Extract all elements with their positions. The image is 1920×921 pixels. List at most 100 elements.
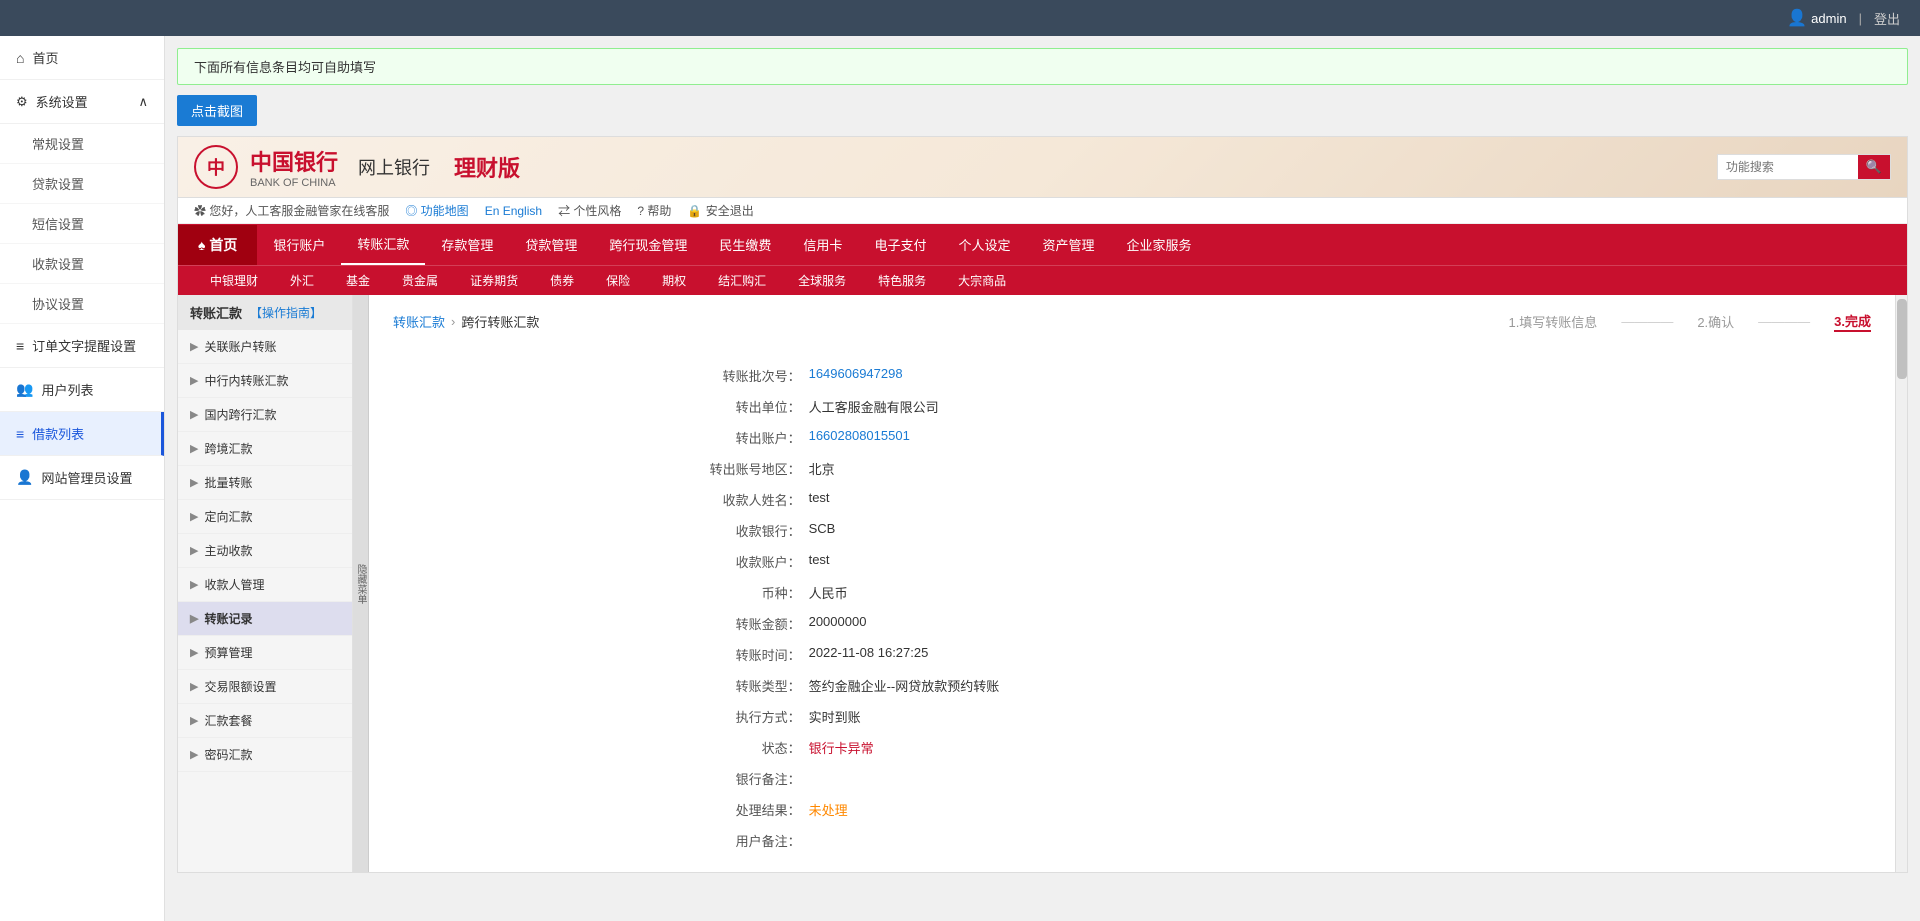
bank-sub-foreign[interactable]: 外汇 [274,266,330,295]
detail-value-payee-name: test [809,490,830,505]
bank-sidebar-linked-account[interactable]: ▶ 关联账户转账 [178,330,352,364]
bank-sub-global[interactable]: 全球服务 [782,266,862,295]
bank-search-btn[interactable]: 🔍 [1858,155,1890,179]
arrow-icon: ▶ [190,442,198,455]
sidebar-loan-settings-label: 贷款设置 [32,177,84,192]
collapse-tab[interactable]: 隐藏菜单 [353,295,369,872]
bank-sidebar-payee-mgmt[interactable]: ▶ 收款人管理 [178,568,352,602]
bank-nav-enterprise[interactable]: 企业家服务 [1110,225,1207,264]
sidebar-item-site-admin[interactable]: 👤 网站管理员设置 [0,456,164,500]
bank-logo-text: 中 [207,154,225,180]
sidebar-item-loan-settings[interactable]: 贷款设置 [0,164,164,204]
bank-sub-settlement[interactable]: 结汇购汇 [702,266,782,295]
logout-button[interactable]: 登出 [1874,9,1900,28]
bank-sub-precious[interactable]: 贵金属 [386,266,454,295]
arrow-icon: ▶ [190,476,198,489]
bank-nav-epay[interactable]: 电子支付 [858,225,942,264]
bank-sidebar-cross-border[interactable]: ▶ 跨境汇款 [178,432,352,466]
bank-nav-personal[interactable]: 个人设定 [942,225,1026,264]
bank-map[interactable]: ◎ 功能地图 [405,202,468,219]
bank-sidebar-targeted[interactable]: ▶ 定向汇款 [178,500,352,534]
bank-nav-deposit[interactable]: 存款管理 [425,225,509,264]
bank-header-right: 🔍 [1717,154,1891,180]
bank-sidebar-trade-limit[interactable]: ▶ 交易限额设置 [178,670,352,704]
bank-sidebar-linked-account-label: 关联账户转账 [204,338,276,355]
bank-nav-creditcard[interactable]: 信用卡 [787,225,858,264]
bank-search-input[interactable] [1718,156,1858,178]
detail-value-batch[interactable]: 1649606947298 [809,366,903,381]
bank-nav-home[interactable]: ♠ 首页 [178,225,257,265]
sidebar-item-user-list[interactable]: 👥 用户列表 [0,368,164,412]
bank-logo-circle: 中 [194,145,238,189]
bank-sub-bocfund[interactable]: 中银理财 [194,266,274,295]
bank-sidebar-title: 转账汇款 【操作指南】 [178,295,352,330]
sidebar-user-list-label: 用户列表 [41,380,93,399]
bank-sub-period[interactable]: 期权 [646,266,702,295]
bank-sub-futures[interactable]: 证券期货 [454,266,534,295]
bank-nav-account[interactable]: 银行账户 [257,225,341,264]
bank-safe-exit[interactable]: 🔒 安全退出 [687,202,753,219]
bank-sidebar-title-text: 转账汇款 [190,303,242,322]
detail-row-currency: 币种： 人民币 [689,577,1576,608]
bank-sidebar-remit-package[interactable]: ▶ 汇款套餐 [178,704,352,738]
detail-value-payee-account: test [809,552,830,567]
bank-sub-special[interactable]: 特色服务 [862,266,942,295]
scrollbar[interactable] [1895,295,1907,872]
bank-sidebar-transfer-records[interactable]: ▶ 转账记录 [178,602,352,636]
main-layout: ⌂ 首页 ⚙ 系统设置 ∧ 常规设置 贷款设置 短信设置 收款设置 [0,36,1920,921]
bank-sub-bulk[interactable]: 大宗商品 [942,266,1022,295]
sidebar-group-system-header[interactable]: ⚙ 系统设置 ∧ [0,80,164,124]
sidebar-group-system[interactable]: ⚙ 系统设置 ∧ 常规设置 贷款设置 短信设置 收款设置 协议设置 [0,80,164,324]
arrow-icon: ▶ [190,544,198,557]
detail-label-batch: 转账批次号： [689,366,809,385]
bank-sidebar-domestic[interactable]: ▶ 国内跨行汇款 [178,398,352,432]
sidebar-item-loan-list[interactable]: ≡ 借款列表 [0,412,164,456]
bank-search[interactable]: 🔍 [1717,154,1891,180]
arrow-icon: ▶ [190,340,198,353]
bank-english[interactable]: En English [485,204,542,218]
sidebar-item-home[interactable]: ⌂ 首页 [0,36,164,80]
detail-row-company: 转出单位： 人工客服金融有限公司 [689,391,1576,422]
detail-value-region: 北京 [809,459,835,478]
sidebar-item-order-remind[interactable]: ≡ 订单文字提醒设置 [0,324,164,368]
bank-nav-all-manage[interactable]: 跨行现金管理 [593,225,703,264]
sidebar-item-agreement[interactable]: 协议设置 [0,284,164,324]
sidebar-system-label: 系统设置 [36,92,88,111]
bank-sidebar-intrabank[interactable]: ▶ 中行内转账汇款 [178,364,352,398]
detail-row-amount: 转账金额： 20000000 [689,608,1576,639]
bank-nav-civil[interactable]: 民生缴费 [703,225,787,264]
bank-help[interactable]: ? 帮助 [637,202,671,219]
bank-nav-assets[interactable]: 资产管理 [1026,225,1110,264]
sidebar-item-normal[interactable]: 常规设置 [0,124,164,164]
bank-sidebar-password-remit[interactable]: ▶ 密码汇款 [178,738,352,772]
bank-guide-link[interactable]: 【操作指南】 [250,304,322,321]
content-area: 下面所有信息条目均可自助填写 点击截图 中 中国银行 BANK OF CHINA… [165,36,1920,921]
home-icon: ⌂ [16,50,24,66]
sidebar-item-sms[interactable]: 短信设置 [0,204,164,244]
bank-sidebar-budget-mgmt[interactable]: ▶ 预算管理 [178,636,352,670]
bank-sub-fund[interactable]: 基金 [330,266,386,295]
bank-sidebar-active-collect-label: 主动收款 [204,542,252,559]
bank-sub-bonds[interactable]: 债券 [534,266,590,295]
bank-nav-credit-mgmt[interactable]: 贷款管理 [509,225,593,264]
bank-style[interactable]: ⇄ 个性风格 [558,202,621,219]
screenshot-button[interactable]: 点击截图 [177,95,257,126]
chevron-up-icon: ∧ [138,94,148,110]
bank-sidebar-batch[interactable]: ▶ 批量转账 [178,466,352,500]
breadcrumb-parent[interactable]: 转账汇款 [393,312,445,331]
sidebar-item-collection[interactable]: 收款设置 [0,244,164,284]
detail-row-user-note: 用户备注： [689,825,1576,856]
top-bar: 👤 admin | 登出 [0,0,1920,36]
detail-value-payee-bank: SCB [809,521,836,536]
scrollbar-thumb[interactable] [1897,299,1907,379]
detail-value-account-out[interactable]: 16602808015501 [809,428,910,443]
detail-label-status: 状态： [689,738,809,757]
bank-sidebar-active-collect[interactable]: ▶ 主动收款 [178,534,352,568]
bank-nav-top: ✿ 您好，人工客服金融管家在线客服 ◎ 功能地图 En English ⇄ 个性… [178,198,1907,224]
list-icon: ≡ [16,426,24,442]
bank-greeting: ✿ 您好，人工客服金融管家在线客服 [194,202,389,219]
bank-sub-insurance[interactable]: 保险 [590,266,646,295]
sidebar-site-admin-label: 网站管理员设置 [41,468,132,487]
bank-nav-transfer[interactable]: 转账汇款 [341,224,425,265]
bank-sidebar-budget-mgmt-label: 预算管理 [204,644,252,661]
